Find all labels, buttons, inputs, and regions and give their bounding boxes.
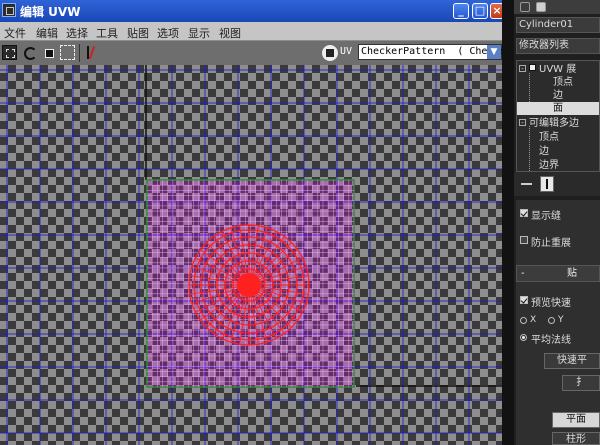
stack-item-border[interactable]: 边界 [517, 159, 599, 171]
menu-display[interactable]: 显示 [188, 25, 210, 41]
prevent-reflatten-label: 防止重展 [531, 238, 571, 249]
stack-item-label: 面 [553, 103, 563, 114]
stack-item-vertex[interactable]: 顶点 [517, 76, 599, 89]
texture-map-select[interactable]: CheckerPattern ( Checker ▼ [358, 44, 512, 60]
collapse-toggle[interactable]: - [519, 65, 526, 73]
stack-item-label: 边 [539, 146, 549, 157]
preview-quick-checkbox[interactable] [520, 296, 528, 304]
uvw-editor-window: 编辑 UVW _ □ × 文件 编辑 选择 工具 贴图 选项 显示 视图 UV … [0, 0, 512, 445]
pin-stack-icon[interactable] [520, 176, 534, 192]
planar-button[interactable]: 平面 [552, 412, 600, 428]
axis-x-radio[interactable] [520, 317, 527, 324]
stack-item-face[interactable]: 面 [517, 102, 599, 115]
stack-item-editable-poly[interactable]: - 可编辑多边 [517, 117, 599, 130]
unwrap-rollout: 显示缝 防止重展 - 贴 预览快速 X Y 平均法线 快速平 扌 平面 柱形 [516, 200, 600, 445]
toolbar: UV CheckerPattern ( Checker ▼ [0, 40, 512, 66]
mapping-rollout-title: 贴 [567, 268, 577, 279]
stack-item-edge[interactable]: 边 [517, 89, 599, 102]
mirror-icon[interactable] [84, 45, 99, 60]
prevent-reflatten-checkbox[interactable] [520, 236, 528, 244]
menu-mapping[interactable]: 贴图 [127, 25, 149, 41]
window-title: 编辑 UVW [20, 5, 81, 19]
quick-planar-button[interactable]: 快速平 [544, 353, 600, 369]
modifier-stack: - UVW 展 顶点 边 面 - 可编辑多边 顶点 边 边界 [516, 60, 600, 172]
preview-quick-label: 预览快速 [531, 298, 571, 309]
minimize-button[interactable]: _ [453, 3, 469, 19]
command-panel-tabs [514, 0, 600, 14]
command-panel: Cylinder01 修改器列表 - UVW 展 顶点 边 面 - 可编辑多边 [502, 0, 600, 445]
object-name-field[interactable]: Cylinder01 [516, 17, 600, 33]
cylindrical-button[interactable]: 柱形 [552, 432, 600, 445]
menu-options[interactable]: 选项 [157, 25, 179, 41]
mapping-rollout-header[interactable]: - 贴 [516, 265, 600, 282]
stack-item-label: 可编辑多边 [529, 118, 579, 129]
stack-item-label: 边界 [539, 160, 559, 171]
collapse-toggle: - [521, 268, 525, 279]
modify-tab-icon[interactable] [536, 2, 546, 12]
stack-item-vertex[interactable]: 顶点 [517, 131, 599, 144]
uv-label: UV [340, 46, 353, 57]
stack-item-edge[interactable]: 边 [517, 145, 599, 158]
scale-icon[interactable] [42, 45, 57, 60]
axis-y-label: Y [558, 315, 564, 325]
axis-y-radio[interactable] [548, 317, 555, 324]
maximize-button[interactable]: □ [472, 3, 488, 19]
bulb-icon[interactable] [529, 64, 536, 71]
freeform-icon[interactable] [60, 45, 75, 60]
axis-x-label: X [530, 315, 537, 325]
chevron-down-icon[interactable]: ▼ [487, 45, 501, 59]
stack-item-label: 边 [553, 90, 563, 101]
menu-file[interactable]: 文件 [4, 25, 26, 41]
stack-tools [514, 172, 600, 196]
toolbar-divider [79, 44, 80, 62]
move-icon[interactable] [2, 45, 17, 60]
menu-edit[interactable]: 编辑 [36, 25, 58, 41]
menu-select[interactable]: 选择 [66, 25, 88, 41]
menu-tools[interactable]: 工具 [96, 25, 118, 41]
collapse-toggle[interactable]: - [519, 119, 526, 127]
uv-viewport[interactable] [0, 65, 502, 445]
uv-center [237, 273, 261, 297]
average-normals-radio[interactable] [520, 334, 527, 341]
show-seams-checkbox[interactable] [520, 209, 528, 217]
modifier-list-dropdown[interactable]: 修改器列表 [516, 38, 600, 54]
menu-bar: 文件 编辑 选择 工具 贴图 选项 显示 视图 [0, 22, 502, 40]
stack-item-label: 顶点 [553, 77, 573, 88]
show-seams-label: 显示缝 [531, 211, 561, 222]
planar-extra-button[interactable]: 扌 [562, 375, 600, 391]
stack-item-label: UVW 展 [539, 64, 577, 75]
screen: { "window": { "title": "编辑 UVW", "button… [0, 0, 600, 445]
uv-canvas[interactable] [0, 65, 502, 445]
stack-item-uvw-unwrap[interactable]: - UVW 展 [517, 63, 599, 76]
show-end-result-icon[interactable] [540, 176, 554, 192]
rotate-icon[interactable] [22, 45, 37, 60]
stack-item-label: 顶点 [539, 132, 559, 143]
map-icon[interactable] [322, 45, 338, 61]
average-normals-label: 平均法线 [531, 335, 571, 346]
create-tab-icon[interactable] [520, 2, 530, 12]
title-bar[interactable]: 编辑 UVW _ □ × [0, 0, 504, 22]
menu-view[interactable]: 视图 [219, 25, 241, 41]
app-icon [2, 3, 16, 17]
